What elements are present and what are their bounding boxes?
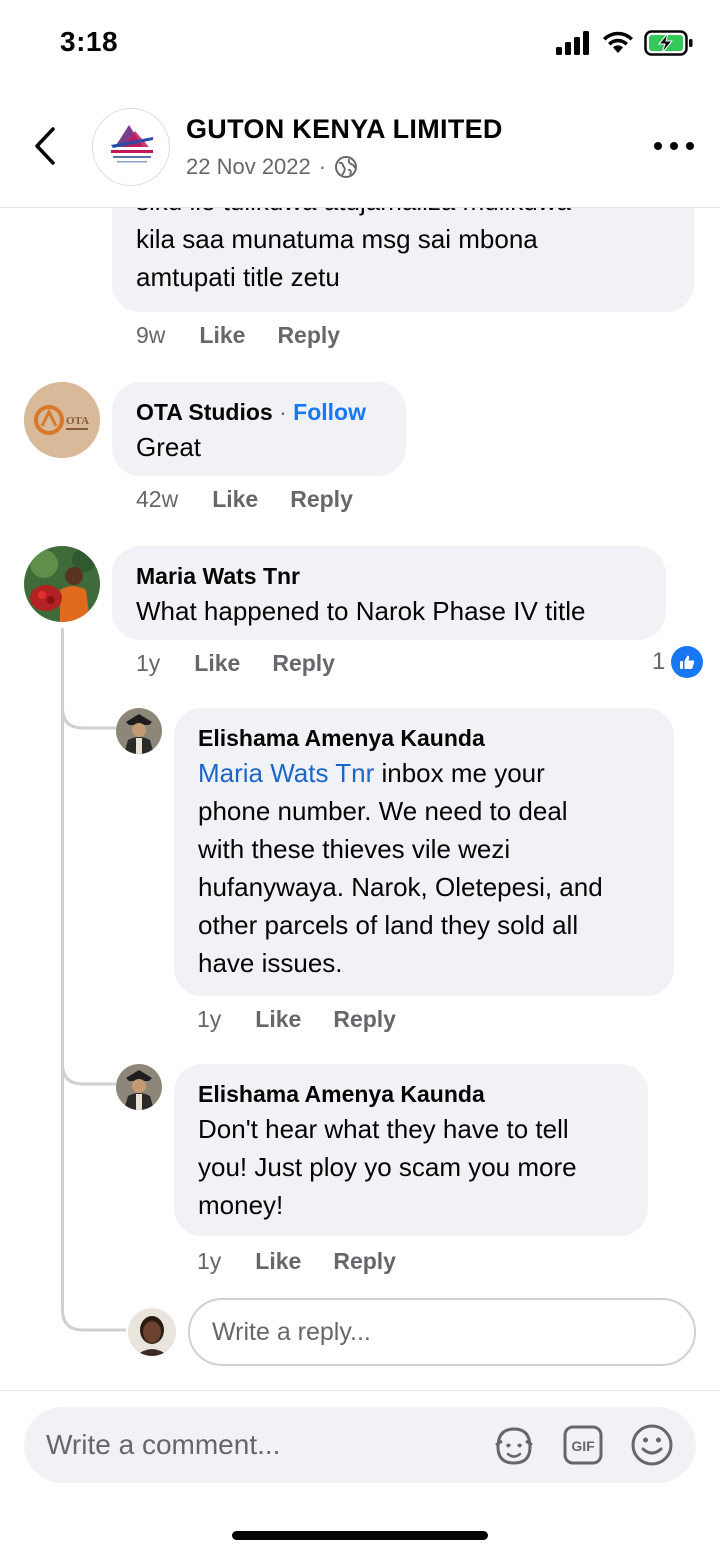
reply-text-line: have issues. <box>198 948 343 978</box>
comment-text: What happened to Narok Phase IV title <box>136 596 586 626</box>
reply-text-line: with these thieves vile wezi <box>198 834 511 864</box>
like-button[interactable]: Like <box>194 650 240 677</box>
reply-text-line: money! <box>198 1190 284 1220</box>
reply-input-placeholder: Write a reply... <box>212 1317 371 1346</box>
gif-icon[interactable]: GIF <box>562 1424 604 1466</box>
like-reaction-icon <box>671 646 704 678</box>
meta-separator: · <box>318 154 327 179</box>
status-time: 3:18 <box>60 26 119 57</box>
reply-text-line: Don't hear what they have to tell <box>198 1114 569 1144</box>
comment-time[interactable]: 1y <box>136 650 160 677</box>
like-button[interactable]: Like <box>255 1248 301 1275</box>
dot <box>670 142 678 150</box>
comment-composer-bar: Write a comment... GIF <box>0 1390 720 1559</box>
thread-branch <box>61 1282 126 1332</box>
comment-author[interactable]: Maria Wats Tnr <box>136 560 642 592</box>
more-options-button[interactable] <box>654 136 694 156</box>
reply-text-line: other parcels of land they sold all <box>198 910 579 940</box>
cellular-signal-icon <box>556 31 589 55</box>
comment-text-line: siku ile tulikuwa atujamaliza mulikuwa <box>136 208 670 220</box>
current-user-avatar <box>128 1308 176 1356</box>
reply-input[interactable]: Write a reply... <box>188 1298 696 1366</box>
post-meta: 22 Nov 2022 · <box>186 154 358 180</box>
status-icons <box>556 30 694 56</box>
reply-text-line: you! Just ploy yo scam you more <box>198 1152 577 1182</box>
thread-branch <box>61 678 116 730</box>
comment-author[interactable]: OTA Studios <box>136 399 273 425</box>
globe-icon <box>335 156 358 178</box>
comment-time[interactable]: 9w <box>136 322 165 349</box>
avatar-maria-wats-tnr[interactable] <box>24 546 100 622</box>
reply-button[interactable]: Reply <box>333 1006 396 1033</box>
avatar-elishama-amenya-kaunda[interactable] <box>116 708 162 754</box>
comment-author-line: OTA Studios · Follow <box>136 396 382 428</box>
profile-photo-icon <box>24 546 100 622</box>
comment-text-line: kila saa munatuma msg sai mbona <box>136 224 538 254</box>
profile-photo-icon <box>128 1308 176 1356</box>
reaction-count: 1 <box>652 648 666 675</box>
reply-button[interactable]: Reply <box>290 486 353 513</box>
reply-text-fragment: inbox me your <box>374 758 545 788</box>
profile-photo-icon <box>116 1064 162 1110</box>
battery-charging-icon <box>644 30 693 56</box>
page-avatar[interactable] <box>92 108 170 186</box>
like-button[interactable]: Like <box>255 1006 301 1033</box>
reply-text-line: hufanywaya. Narok, Oletepesi, and <box>198 872 603 902</box>
comment-bubble[interactable]: Maria Wats Tnr What happened to Narok Ph… <box>112 546 666 640</box>
page-name[interactable]: GUTON KENYA LIMITED <box>186 114 503 145</box>
reply-button[interactable]: Reply <box>333 1248 396 1275</box>
comment-input-placeholder: Write a comment... <box>46 1429 281 1460</box>
reply-button[interactable]: Reply <box>277 322 340 349</box>
composer-icons: GIF <box>492 1423 674 1467</box>
post-date[interactable]: 22 Nov 2022 <box>186 154 311 180</box>
comments-list[interactable]: siku ile tulikuwa atujamaliza mulikuwa k… <box>0 208 720 1390</box>
dot <box>686 142 694 150</box>
avatar-elishama-amenya-kaunda[interactable] <box>116 1064 162 1110</box>
company-logo-icon <box>111 125 153 163</box>
comment-actions: 9w Like Reply <box>136 322 372 349</box>
post-header: GUTON KENYA LIMITED 22 Nov 2022 · <box>0 96 720 208</box>
avatar-sticker-icon[interactable] <box>492 1423 536 1467</box>
reply-bubble[interactable]: Elishama Amenya Kaunda Maria Wats Tnr in… <box>174 708 674 996</box>
svg-text:GIF: GIF <box>571 1438 595 1454</box>
reply-actions: 1y Like Reply <box>197 1248 428 1275</box>
reply-button[interactable]: Reply <box>272 650 335 677</box>
comment-bubble[interactable]: OTA Studios · Follow Great <box>112 382 406 476</box>
emoji-icon[interactable] <box>630 1423 674 1467</box>
reaction-summary[interactable]: 1 <box>652 646 704 678</box>
reply-bubble[interactable]: Elishama Amenya Kaunda Don't hear what t… <box>174 1064 648 1236</box>
comment-bubble[interactable]: siku ile tulikuwa atujamaliza mulikuwa k… <box>112 208 694 312</box>
comment-actions: 1y Like Reply <box>136 650 367 677</box>
reply-time[interactable]: 1y <box>197 1006 221 1033</box>
reply-actions: 1y Like Reply <box>197 1006 428 1033</box>
svg-text:OTA: OTA <box>66 415 89 427</box>
profile-photo-icon <box>116 708 162 754</box>
comment-text-line: amtupati title zetu <box>136 262 340 292</box>
avatar-ota-studios[interactable]: OTA <box>24 382 100 458</box>
thread-branch <box>61 1034 116 1086</box>
mention-link[interactable]: Maria Wats Tnr <box>198 758 374 788</box>
wifi-icon <box>603 31 633 53</box>
comment-actions: 42w Like Reply <box>136 486 385 513</box>
reply-text-line: phone number. We need to deal <box>198 796 568 826</box>
like-button[interactable]: Like <box>212 486 258 513</box>
comment-time[interactable]: 42w <box>136 486 178 513</box>
like-button[interactable]: Like <box>199 322 245 349</box>
follow-button[interactable]: Follow <box>293 399 366 425</box>
reply-text-line: Maria Wats Tnr inbox me your <box>198 754 650 792</box>
dot <box>654 142 662 150</box>
back-button[interactable] <box>28 126 62 166</box>
reply-time[interactable]: 1y <box>197 1248 221 1275</box>
reply-author[interactable]: Elishama Amenya Kaunda <box>198 722 650 754</box>
status-bar: 3:18 <box>0 0 720 90</box>
chevron-left-icon <box>35 127 55 165</box>
reply-author[interactable]: Elishama Amenya Kaunda <box>198 1078 624 1110</box>
comment-input[interactable]: Write a comment... GIF <box>24 1407 696 1483</box>
home-indicator[interactable] <box>232 1531 488 1540</box>
ota-logo-icon: OTA <box>24 382 100 458</box>
comment-text: Great <box>136 432 202 462</box>
author-separator: · <box>279 399 287 425</box>
